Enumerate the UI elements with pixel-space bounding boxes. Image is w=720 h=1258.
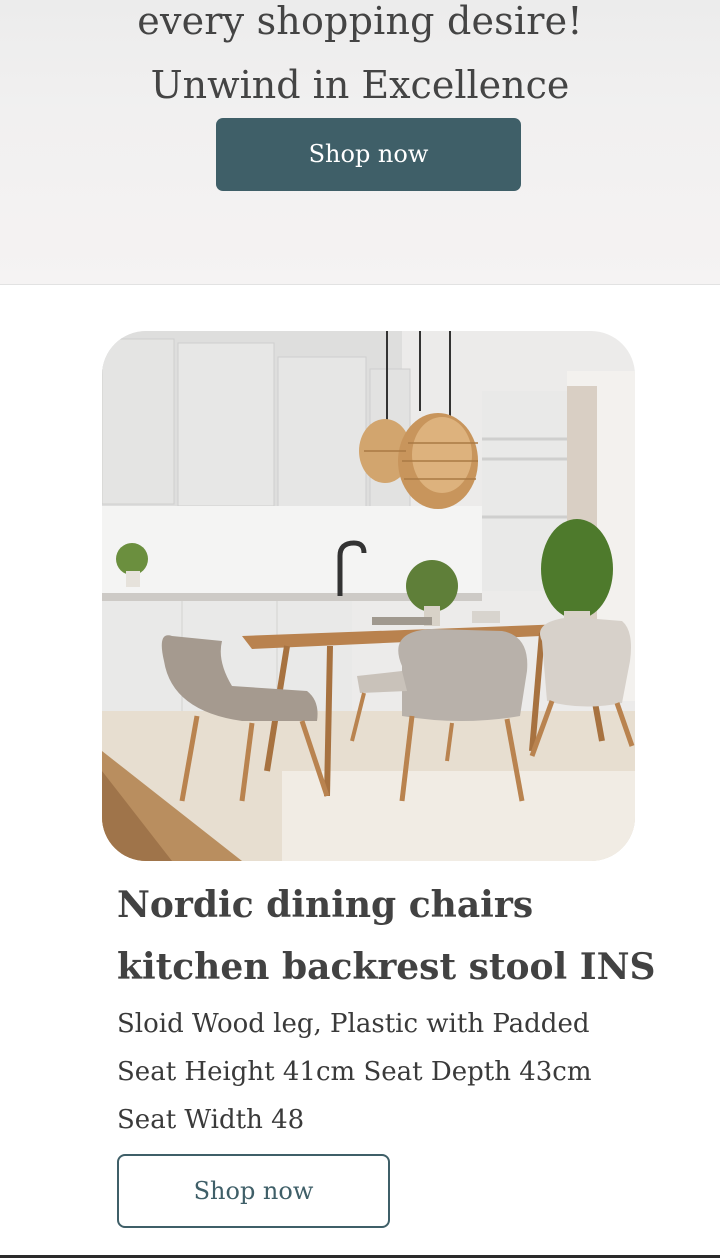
product-image[interactable]	[102, 331, 635, 861]
hero-shop-now-button[interactable]: Shop now	[216, 118, 521, 191]
hero-tagline: every shopping desire!	[137, 0, 583, 43]
product-title[interactable]: Nordic dining chairs kitchen backrest st…	[117, 874, 697, 998]
hero-headline: Unwind in Excellence	[150, 63, 570, 107]
product-description: Sloid Wood leg, Plastic with Padded Seat…	[117, 1009, 592, 1135]
hero-banner: every shopping desire! Unwind in Excelle…	[0, 0, 720, 285]
product-shop-now-button[interactable]: Shop now	[117, 1154, 390, 1228]
